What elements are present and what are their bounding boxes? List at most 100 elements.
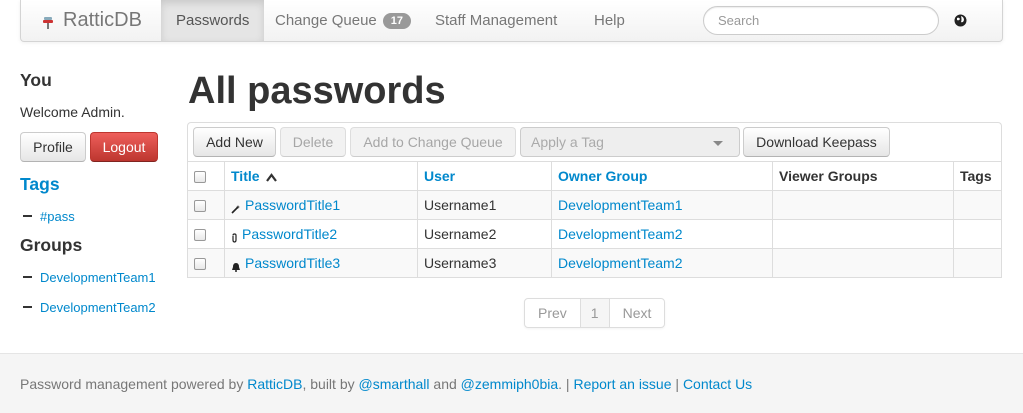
change-queue-count-badge: 17 [382, 12, 411, 29]
nav-passwords[interactable]: Passwords [161, 0, 265, 41]
password-title-link[interactable]: PasswordTitle1 [245, 197, 340, 213]
user-sort-link[interactable]: User [424, 168, 455, 184]
title-sort-link[interactable]: Title [231, 168, 260, 184]
footer-text-sep2: | [671, 375, 683, 392]
group-item: DevelopmentTeam2 [20, 292, 180, 322]
group-link-developmentteam2[interactable]: DevelopmentTeam2 [40, 300, 156, 315]
dash-icon [23, 215, 32, 217]
add-new-button[interactable]: Add New [193, 127, 276, 157]
sidebar: You Welcome Admin. Profile Logout Tags #… [20, 70, 180, 322]
next-page-button[interactable]: Next [608, 299, 665, 327]
select-all-checkbox[interactable] [194, 171, 206, 184]
viewer-groups-cell [772, 219, 954, 249]
footer-text-and: and [429, 375, 461, 392]
search-input[interactable] [703, 6, 939, 35]
password-toolbar: Add New Delete Add to Change Queue Apply… [187, 122, 1002, 162]
row-checkbox[interactable] [194, 258, 206, 271]
tags-cell [953, 248, 1002, 278]
password-title-link[interactable]: PasswordTitle2 [242, 226, 337, 242]
title-header: Title [224, 161, 418, 191]
select-all-cell [187, 161, 225, 191]
owner-group-link[interactable]: DevelopmentTeam1 [558, 197, 683, 213]
footer-author1-link[interactable]: @smarthall [359, 376, 430, 392]
footer-ratticdb-link[interactable]: RatticDB [247, 376, 302, 392]
tags-cell [953, 219, 1002, 249]
nav-help[interactable]: Help [579, 0, 640, 41]
viewer-groups-cell [772, 248, 954, 278]
current-page[interactable]: 1 [579, 299, 609, 327]
viewer-groups-header: Viewer Groups [772, 161, 954, 191]
bell-icon [231, 259, 241, 273]
download-keepass-button[interactable]: Download Keepass [743, 127, 890, 157]
table-header-row: Title User Owner Group Viewer Groups Tag… [187, 161, 1002, 191]
viewer-groups-cell [772, 190, 954, 220]
footer-author2-link[interactable]: @zemmiph0bia [461, 376, 558, 392]
user-cell: Username3 [417, 248, 552, 278]
add-to-change-queue-button[interactable]: Add to Change Queue [350, 127, 516, 157]
footer-text-sep1: . | [558, 375, 574, 392]
tags-list: #pass [20, 201, 180, 231]
report-issue-link[interactable]: Report an issue [573, 376, 671, 392]
tag-item: #pass [20, 201, 180, 231]
nav-help-label: Help [594, 12, 625, 29]
tags-heading[interactable]: Tags [20, 174, 180, 198]
group-item: DevelopmentTeam1 [20, 262, 180, 292]
owner-group-sort-link[interactable]: Owner Group [558, 168, 647, 184]
ratticdb-logo-icon [41, 13, 57, 29]
row-select-cell [187, 190, 225, 220]
tag-link-pass[interactable]: #pass [40, 209, 75, 224]
title-cell: PasswordTitle2 [224, 219, 418, 249]
footer: Password management powered by RatticDB,… [0, 353, 1023, 413]
clip-icon [231, 230, 238, 243]
owner-group-link[interactable]: DevelopmentTeam2 [558, 226, 683, 242]
owner-group-cell: DevelopmentTeam2 [551, 248, 773, 278]
password-title-link[interactable]: PasswordTitle3 [245, 255, 340, 271]
pagination: Prev 1 Next [524, 298, 666, 328]
contact-us-link[interactable]: Contact Us [683, 376, 752, 392]
row-checkbox[interactable] [194, 200, 206, 213]
chevron-down-icon [713, 141, 723, 146]
user-cell: Username1 [417, 190, 552, 220]
welcome-text: Welcome Admin. [20, 104, 125, 120]
nav-staff-management-label: Staff Management [435, 12, 558, 29]
top-navbar: RatticDB Passwords Change Queue 17 Staff… [20, 0, 1003, 42]
brand-link[interactable]: RatticDB [21, 0, 161, 41]
nav-passwords-label: Passwords [176, 12, 250, 29]
user-header: User [417, 161, 552, 191]
brand-name: RatticDB [63, 9, 142, 31]
table-row: PasswordTitle2 Username2 DevelopmentTeam… [187, 219, 1002, 249]
dash-icon [23, 306, 32, 308]
globe-icon[interactable] [954, 14, 967, 27]
owner-group-link[interactable]: DevelopmentTeam2 [558, 255, 683, 271]
apply-tag-select[interactable]: Apply a Tag [520, 127, 740, 157]
owner-group-cell: DevelopmentTeam2 [551, 219, 773, 249]
title-cell: PasswordTitle1 [224, 190, 418, 220]
nav-change-queue[interactable]: Change Queue 17 [260, 0, 426, 41]
page-title: All passwords [188, 70, 446, 112]
logout-button[interactable]: Logout [90, 132, 158, 162]
groups-heading: Groups [20, 235, 83, 255]
nav-change-queue-label: Change Queue [275, 12, 377, 29]
row-select-cell [187, 219, 225, 249]
passwords-table: Title User Owner Group Viewer Groups Tag… [187, 161, 1002, 278]
tags-cell [953, 190, 1002, 220]
footer-text-built: , built by [302, 375, 359, 392]
prev-page-button[interactable]: Prev [525, 299, 580, 327]
delete-button[interactable]: Delete [280, 127, 346, 157]
group-link-developmentteam1[interactable]: DevelopmentTeam1 [40, 270, 156, 285]
apply-tag-placeholder: Apply a Tag [531, 134, 604, 150]
dash-icon [23, 276, 32, 278]
owner-group-cell: DevelopmentTeam1 [551, 190, 773, 220]
row-select-cell [187, 248, 225, 278]
owner-group-header: Owner Group [551, 161, 773, 191]
wand-icon [231, 201, 241, 214]
row-checkbox[interactable] [194, 229, 206, 242]
footer-text-powered: Password management powered by [20, 375, 248, 392]
profile-button[interactable]: Profile [20, 132, 86, 162]
user-buttons: Profile Logout [20, 132, 180, 162]
sort-up-icon [263, 168, 278, 184]
tags-header: Tags [953, 161, 1002, 191]
title-cell: PasswordTitle3 [224, 248, 418, 278]
user-cell: Username2 [417, 219, 552, 249]
nav-staff-management[interactable]: Staff Management [420, 0, 572, 41]
